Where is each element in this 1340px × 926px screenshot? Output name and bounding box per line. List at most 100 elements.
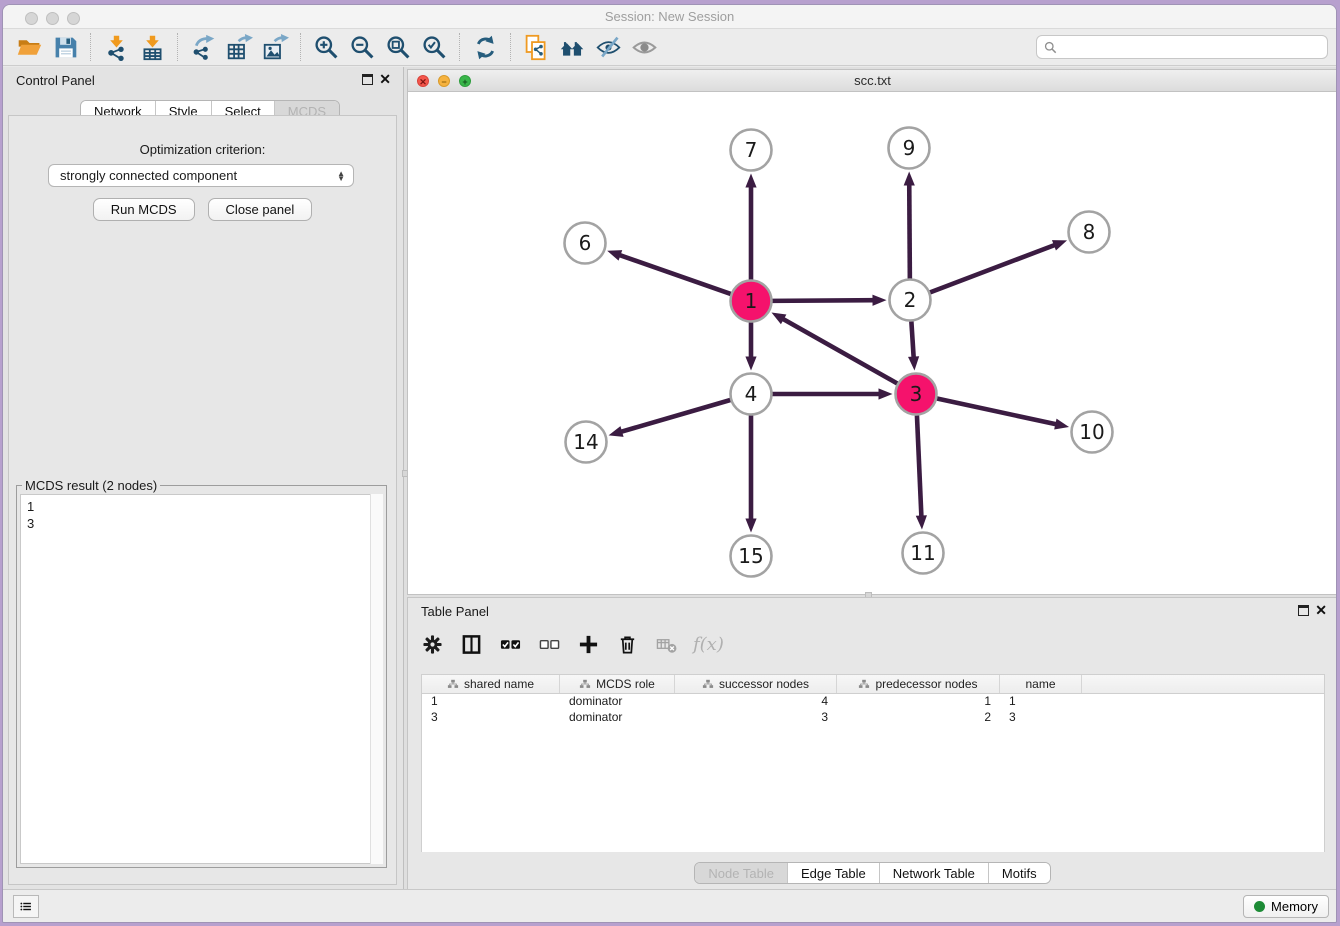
graph-node-4[interactable]: 4 <box>731 374 772 415</box>
select-stepper-icon: ▲▼ <box>337 171 345 181</box>
graph-edge-2-8[interactable] <box>930 240 1067 292</box>
open-session-icon[interactable] <box>11 31 47 63</box>
column-sort-icon <box>702 678 714 690</box>
preview-eye-icon[interactable] <box>626 31 662 63</box>
memory-label: Memory <box>1271 899 1318 914</box>
column-header-successor-nodes[interactable]: successor nodes <box>675 675 837 693</box>
node-table: shared nameMCDS role successor nodes prede… <box>421 674 1325 852</box>
network-canvas[interactable]: 7 9 6 8 1 2 4 3 14 10 15 11 <box>408 92 1337 594</box>
mcds-result-text[interactable]: 13 <box>20 494 383 864</box>
table-row[interactable]: 3dominator323 <box>422 710 1324 726</box>
show-hide-graphics-icon[interactable] <box>590 31 626 63</box>
refresh-icon[interactable] <box>467 31 503 63</box>
table-cell[interactable]: 3 <box>1000 710 1082 726</box>
column-header-shared-name[interactable]: shared name <box>422 675 560 693</box>
graph-edge-1-4[interactable] <box>745 323 756 371</box>
graph-edge-1-6[interactable] <box>607 250 731 294</box>
graph-edge-1-7[interactable] <box>745 174 756 280</box>
column-header-label: successor nodes <box>719 677 809 691</box>
graph-node-3[interactable]: 3 <box>896 374 937 415</box>
mcds-result-scrollbar[interactable] <box>370 494 383 864</box>
tab-edge-table[interactable]: Edge Table <box>788 863 880 883</box>
select-all-columns-icon[interactable] <box>498 632 522 656</box>
graph-node-11[interactable]: 11 <box>903 533 944 574</box>
duplicate-network-icon[interactable] <box>518 31 554 63</box>
graph-node-7[interactable]: 7 <box>731 130 772 171</box>
graph-edge-3-1[interactable] <box>771 313 897 384</box>
graph-edge-3-10[interactable] <box>937 399 1069 430</box>
graph-edge-4-3[interactable] <box>773 388 893 399</box>
export-network-icon[interactable] <box>185 31 221 63</box>
network-view-window: ✕ − + scc.txt 7968124314101511 <box>407 69 1337 595</box>
table-cell[interactable]: dominator <box>560 694 675 710</box>
status-bar: Memory <box>3 889 1336 922</box>
task-history-icon[interactable] <box>13 895 39 918</box>
table-panel-title: Table Panel <box>421 604 489 619</box>
column-header-name[interactable]: name <box>1000 675 1082 693</box>
toolbar-separator <box>300 33 301 61</box>
table-cell[interactable]: 3 <box>422 710 560 726</box>
graph-node-1[interactable]: 1 <box>731 281 772 322</box>
graph-node-10[interactable]: 10 <box>1072 412 1113 453</box>
graph-node-label: 15 <box>738 544 763 568</box>
zoom-selected-icon[interactable] <box>416 31 452 63</box>
mcds-result-line: 3 <box>27 515 376 532</box>
deselect-all-columns-icon[interactable] <box>537 632 561 656</box>
tab-node-table[interactable]: Node Table <box>695 863 788 883</box>
graph-edge-2-3[interactable] <box>908 321 919 370</box>
graph-edge-2-9[interactable] <box>904 171 915 278</box>
graph-node-2[interactable]: 2 <box>890 280 931 321</box>
close-panel-button[interactable]: Close panel <box>208 198 313 221</box>
graph-node-label: 10 <box>1079 420 1104 444</box>
first-neighbors-icon[interactable] <box>554 31 590 63</box>
import-network-icon[interactable] <box>98 31 134 63</box>
table-row[interactable]: 1dominator411 <box>422 694 1324 710</box>
settings-gear-icon[interactable] <box>420 632 444 656</box>
run-mcds-button[interactable]: Run MCDS <box>93 198 195 221</box>
table-cell[interactable]: 2 <box>837 710 1000 726</box>
mcds-result-line: 1 <box>27 498 376 515</box>
import-table-icon[interactable] <box>134 31 170 63</box>
table-cell[interactable]: 1 <box>837 694 1000 710</box>
graph-node-15[interactable]: 15 <box>731 536 772 577</box>
table-cell[interactable]: 1 <box>422 694 560 710</box>
graph-node-8[interactable]: 8 <box>1069 212 1110 253</box>
control-panel-close-icon[interactable]: ✕ <box>379 71 391 87</box>
split-columns-icon[interactable] <box>459 632 483 656</box>
graph-node-6[interactable]: 6 <box>565 223 606 264</box>
zoom-fit-icon[interactable] <box>380 31 416 63</box>
column-header-predecessor-nodes[interactable]: predecessor nodes <box>837 675 1000 693</box>
graph-node-9[interactable]: 9 <box>889 128 930 169</box>
network-graph[interactable]: 7 9 6 8 1 2 4 3 14 10 15 11 <box>408 92 1337 594</box>
graph-node-14[interactable]: 14 <box>566 422 607 463</box>
table-cell[interactable]: dominator <box>560 710 675 726</box>
search-box[interactable] <box>1036 35 1328 59</box>
delete-table-icon[interactable] <box>654 632 678 656</box>
graph-edge-1-2[interactable] <box>772 295 886 306</box>
optimization-criterion-select[interactable]: strongly connected component ▲▼ <box>48 164 354 187</box>
export-image-icon[interactable] <box>257 31 293 63</box>
table-cell[interactable]: 4 <box>675 694 837 710</box>
tab-motifs[interactable]: Motifs <box>989 863 1050 883</box>
search-input[interactable] <box>1062 39 1320 56</box>
table-panel-close-icon[interactable]: ✕ <box>1315 602 1327 618</box>
memory-button[interactable]: Memory <box>1243 895 1329 918</box>
control-panel-float-icon[interactable] <box>362 74 373 85</box>
zoom-in-icon[interactable] <box>308 31 344 63</box>
table-cell[interactable]: 3 <box>675 710 837 726</box>
export-table-icon[interactable] <box>221 31 257 63</box>
save-session-icon[interactable] <box>47 31 83 63</box>
graph-edge-3-11[interactable] <box>916 415 927 529</box>
function-builder-icon[interactable]: f(x) <box>693 634 724 655</box>
table-cell[interactable]: 1 <box>1000 694 1082 710</box>
graph-edge-4-15[interactable] <box>745 416 756 533</box>
delete-column-icon[interactable] <box>615 632 639 656</box>
column-header-MCDS-role[interactable]: MCDS role <box>560 675 675 693</box>
graph-node-label: 4 <box>745 382 758 406</box>
tab-network-table[interactable]: Network Table <box>880 863 989 883</box>
graph-edge-4-14[interactable] <box>609 400 731 437</box>
zoom-out-icon[interactable] <box>344 31 380 63</box>
add-column-icon[interactable] <box>576 632 600 656</box>
graph-node-label: 14 <box>573 430 598 454</box>
table-panel-float-icon[interactable] <box>1298 605 1309 616</box>
